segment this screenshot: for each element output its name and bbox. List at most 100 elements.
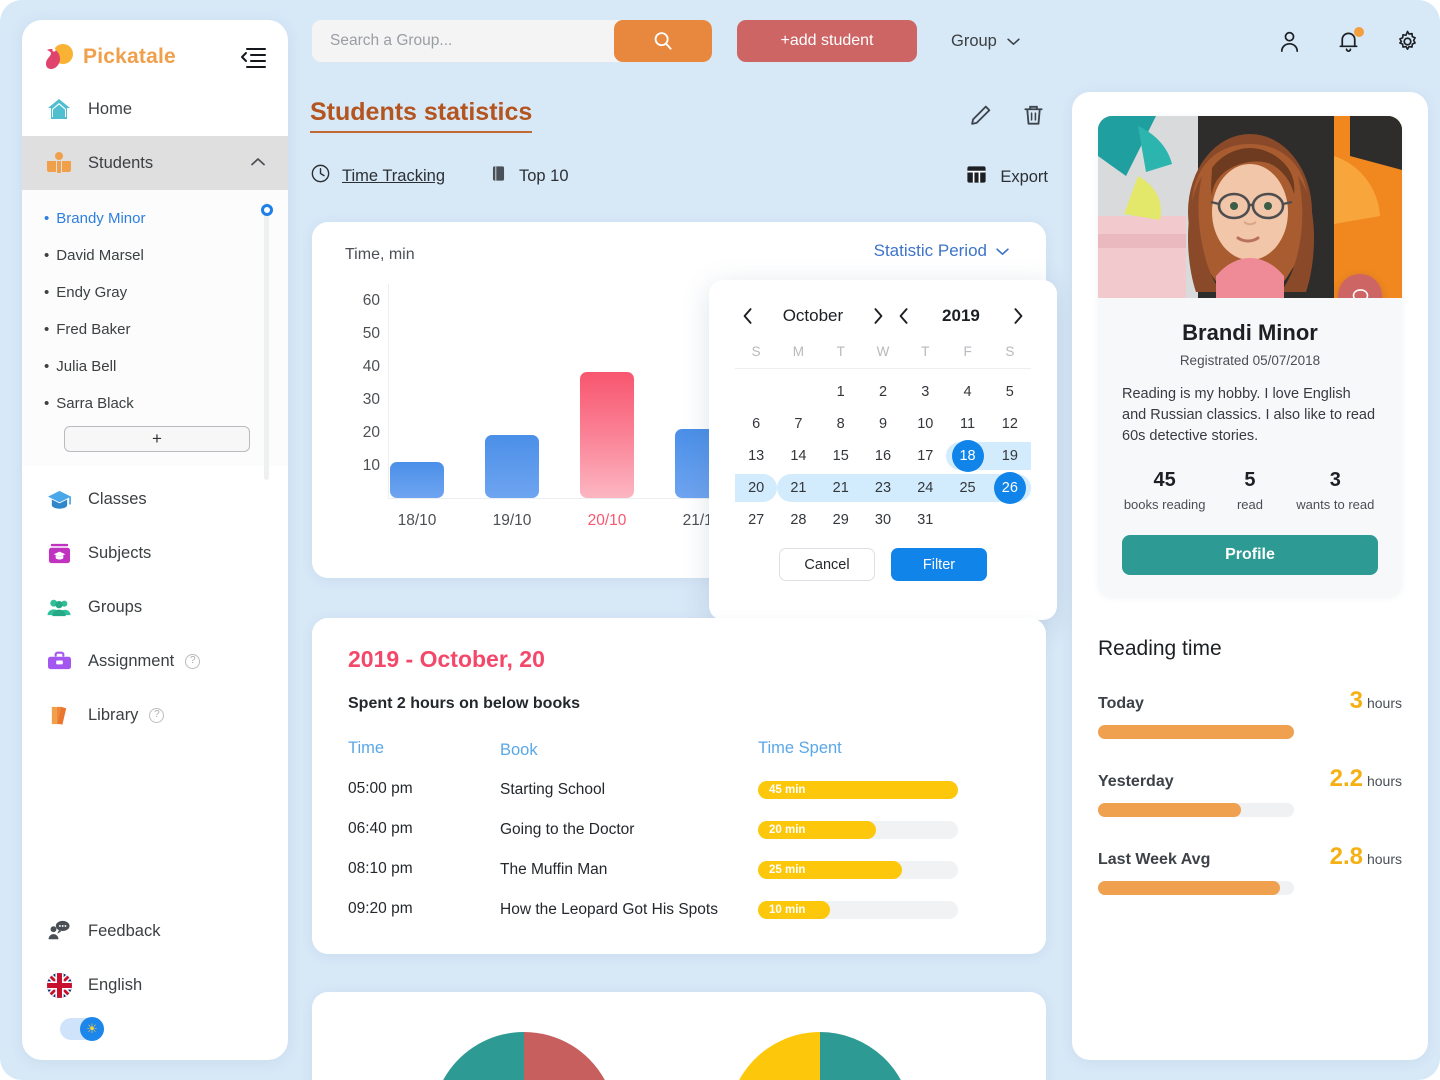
calendar-day-cell[interactable]: 25 <box>946 472 989 504</box>
calendar-day-cell[interactable]: 19 <box>988 440 1032 472</box>
search-input[interactable] <box>312 32 614 50</box>
calendar-day-cell[interactable]: 8 <box>820 408 862 440</box>
calendar-day-cell[interactable]: 27 <box>735 504 777 536</box>
student-list-item[interactable]: • Sarra Black <box>22 385 288 422</box>
sidebar-item-home[interactable]: Home <box>22 82 288 136</box>
bar[interactable] <box>485 435 539 498</box>
calendar-day-label: 21 <box>832 480 849 496</box>
reading-time-head: Yesterday 2.2 hours <box>1098 765 1402 793</box>
calendar-day-cell[interactable]: 26 <box>988 472 1032 504</box>
sidebar-item-language[interactable]: English <box>22 958 288 1012</box>
statistic-period-dropdown[interactable]: Statistic Period <box>874 241 1010 261</box>
calendar-day-cell[interactable]: 28 <box>777 504 819 536</box>
calendar-day-cell[interactable]: 18 <box>946 440 989 472</box>
calendar-day-cell[interactable]: 31 <box>904 504 946 536</box>
calendar-day-cell[interactable]: 15 <box>820 440 862 472</box>
tab-top-10[interactable]: Top 10 <box>489 163 569 189</box>
profile-button[interactable]: Profile <box>1122 535 1378 576</box>
tab-time-tracking[interactable]: Time Tracking <box>310 163 445 189</box>
bar[interactable] <box>390 461 444 498</box>
year-next-chevron-right-icon[interactable] <box>1005 303 1031 329</box>
gear-icon[interactable] <box>1395 29 1420 54</box>
help-icon[interactable]: ? <box>185 653 201 669</box>
calendar-day-label: 2 <box>878 384 888 400</box>
collapse-menu-icon[interactable] <box>238 45 268 69</box>
chevron-up-icon[interactable] <box>250 154 266 172</box>
calendar-day-cell[interactable]: 16 <box>862 440 904 472</box>
calendar-day-cell[interactable]: 14 <box>777 440 819 472</box>
home-icon <box>44 97 74 121</box>
chevron-left-icon[interactable] <box>735 303 761 329</box>
calendar-day-label: 1 <box>836 384 845 400</box>
sidebar-item-subjects[interactable]: Subjects <box>22 526 288 580</box>
bar[interactable] <box>580 372 634 498</box>
sidebar-item-assignment[interactable]: Assignment? <box>22 634 288 688</box>
calendar-day-cell[interactable]: 24 <box>904 472 947 504</box>
tab-time-tracking-label: Time Tracking <box>342 166 445 185</box>
sidebar-item-label: Assignment <box>88 651 175 670</box>
calendar-day-cell[interactable]: 20 <box>735 472 778 504</box>
calendar-day-cell[interactable]: 29 <box>820 504 862 536</box>
student-list-item[interactable]: • Fred Baker <box>22 311 288 348</box>
sidebar-item-classes[interactable]: Classes <box>22 472 288 526</box>
calendar-day-cell[interactable]: 7 <box>777 408 819 440</box>
calendar-day-cell[interactable]: 13 <box>735 440 777 472</box>
calendar-day-cell[interactable]: 21 <box>777 472 820 504</box>
calendar-day-cell[interactable]: 9 <box>862 408 904 440</box>
delete-icon[interactable] <box>1021 103 1046 128</box>
calendar-day-cell[interactable]: 2 <box>862 376 904 408</box>
calendar-day-cell[interactable]: 23 <box>861 472 905 504</box>
student-list-scrollbar-track[interactable] <box>264 202 269 480</box>
calendar-day-label: 25 <box>959 480 976 496</box>
calendar-day-cell[interactable]: 11 <box>946 408 988 440</box>
edit-icon[interactable] <box>968 103 993 128</box>
help-icon[interactable]: ? <box>149 707 165 723</box>
calendar-day-cell[interactable]: 6 <box>735 408 777 440</box>
sidebar-item-students[interactable]: Students <box>22 136 288 190</box>
y-axis-tick: 10 <box>362 456 380 474</box>
chevron-right-icon[interactable] <box>865 303 891 329</box>
pie-slice[interactable] <box>432 1032 524 1080</box>
search-icon[interactable] <box>614 20 712 62</box>
pie-slice[interactable] <box>728 1032 820 1080</box>
calendar-day-cell[interactable]: 1 <box>820 376 862 408</box>
student-list-scrollbar-knob[interactable] <box>261 204 273 216</box>
student-list-item[interactable]: • Endy Gray <box>22 274 288 311</box>
filter-button[interactable]: Filter <box>891 548 987 581</box>
sidebar-item-feedback[interactable]: Feedback <box>22 904 288 958</box>
reading-time-label: Yesterday <box>1098 773 1174 791</box>
add-student-button[interactable]: +add student <box>737 20 917 62</box>
calendar-day-cell[interactable]: 30 <box>862 504 904 536</box>
theme-toggle[interactable]: ☀ <box>60 1017 104 1041</box>
calendar-day-cell[interactable]: 5 <box>989 376 1031 408</box>
student-list-item[interactable]: • David Marsel <box>22 237 288 274</box>
sidebar: Pickatale Home Students • Brandy Minor •… <box>22 20 288 1060</box>
calendar-day-cell[interactable]: 10 <box>904 408 946 440</box>
student-list-item[interactable]: • Julia Bell <box>22 348 288 385</box>
bell-icon[interactable] <box>1336 26 1364 54</box>
y-axis: 10 20 30 40 50 60 <box>342 284 388 499</box>
group-dropdown[interactable]: Group <box>951 32 1021 51</box>
pie-slice[interactable] <box>820 1032 912 1080</box>
add-student-inline-button[interactable]: + <box>64 426 250 452</box>
export-button[interactable]: Export <box>965 163 1048 191</box>
calendar-day-cell[interactable]: 12 <box>989 408 1031 440</box>
year-prev-chevron-left-icon[interactable] <box>891 303 917 329</box>
pie-chart-right <box>728 1032 912 1080</box>
calendar-day-cell[interactable]: 17 <box>904 440 946 472</box>
student-list-item[interactable]: • Brandy Minor <box>22 200 288 237</box>
calendar-day-cell[interactable]: 4 <box>946 376 988 408</box>
sidebar-item-groups[interactable]: Groups <box>22 580 288 634</box>
books-table-row: 06:40 pm Going to the Doctor 20 min <box>348 820 1010 841</box>
calendar-day-cell[interactable]: 3 <box>904 376 946 408</box>
cancel-button[interactable]: Cancel <box>779 548 875 581</box>
bar-column[interactable] <box>485 283 539 498</box>
sidebar-item-library[interactable]: Library? <box>22 688 288 742</box>
calendar-day-cell[interactable]: 21 <box>819 472 863 504</box>
user-icon[interactable] <box>1277 29 1302 54</box>
bar-column[interactable] <box>390 283 444 498</box>
calendar-year: 2019 <box>942 306 980 325</box>
bullet-icon: • <box>44 358 50 375</box>
bar-column[interactable] <box>580 283 634 498</box>
pie-slice[interactable] <box>524 1032 616 1080</box>
